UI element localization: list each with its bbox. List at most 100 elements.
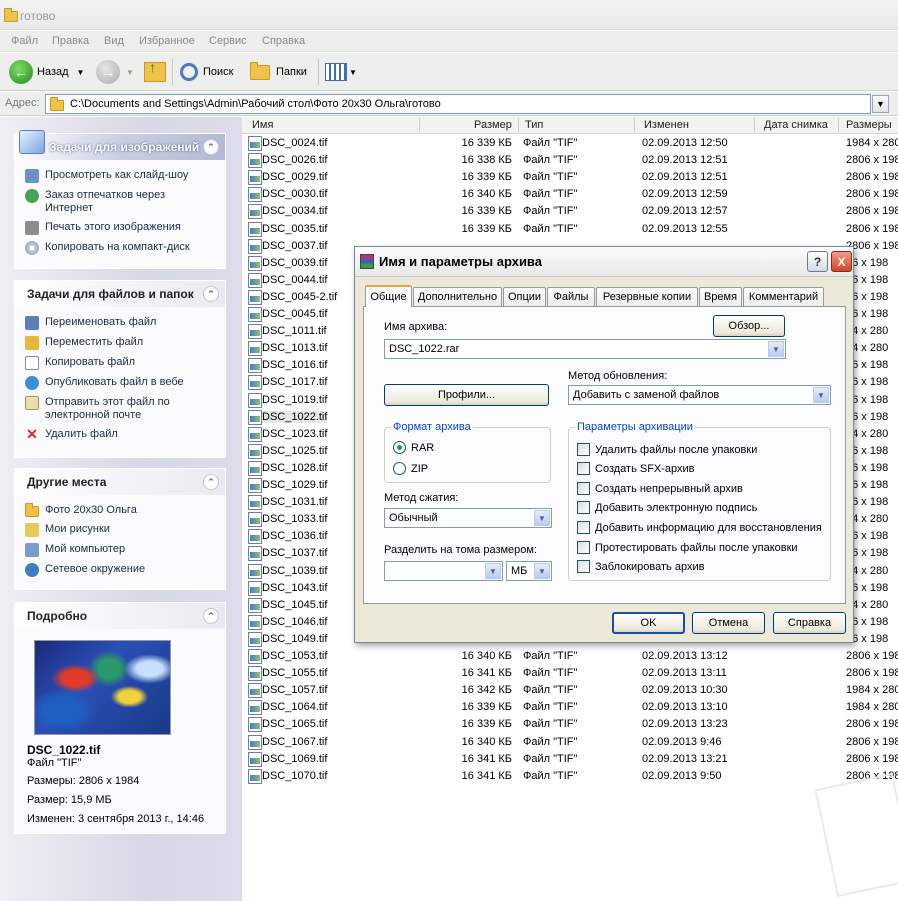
table-row[interactable]: DSC_1067.tif 16 340 КБ Файл "TIF" 02.09.201… — [242, 734, 898, 751]
back-dropdown-icon[interactable]: ▼ — [77, 68, 85, 77]
back-button[interactable]: ← Назад ▼ — [9, 60, 84, 84]
split-unit-select[interactable]: МБ ▼ — [506, 561, 552, 581]
table-row[interactable]: DSC_1057.tif 16 342 КБ Файл "TIF" 02.09.201… — [242, 682, 898, 699]
place-my-pictures[interactable]: Мои рисунки — [15, 520, 225, 540]
table-row[interactable]: DSC_0030.tif 16 340 КБ Файл "TIF" 02.09.201… — [242, 186, 898, 203]
rename-icon — [25, 316, 39, 330]
tab-files[interactable]: Файлы — [547, 287, 595, 306]
collapse-chevron-icon[interactable]: ⌃ — [203, 608, 219, 624]
tab-general[interactable]: Общие — [365, 285, 412, 307]
task-delete[interactable]: ✕ Удалить файл — [15, 425, 225, 445]
archive-name-input[interactable]: DSC_1022.rar ▼ — [384, 339, 786, 359]
table-row[interactable]: DSC_1053.tif 16 340 КБ Файл "TIF" 02.09.201… — [242, 648, 898, 665]
col-name[interactable]: Имя — [252, 119, 273, 131]
profiles-button[interactable]: Профили... — [384, 384, 549, 406]
address-input[interactable]: C:\Documents and Settings\Admin\Рабочий … — [45, 94, 871, 114]
up-folder-button[interactable]: ↑ — [144, 59, 166, 84]
split-size-input[interactable]: ▼ — [384, 561, 503, 581]
task-slideshow[interactable]: Просмотреть как слайд-шоу — [15, 166, 225, 186]
option-lock[interactable]: Заблокировать архив — [577, 560, 704, 573]
details-header[interactable]: Подробно ⌃ — [15, 603, 225, 629]
forward-button[interactable]: → ▼ — [96, 60, 134, 84]
place-my-computer[interactable]: Мой компьютер — [15, 540, 225, 560]
archive-name-dropdown-icon[interactable]: ▼ — [768, 341, 784, 357]
browse-button[interactable]: Обзор... — [713, 315, 785, 337]
table-row[interactable]: DSC_1065.tif 16 339 КБ Файл "TIF" 02.09.201… — [242, 716, 898, 733]
close-icon[interactable]: X — [831, 251, 852, 272]
forward-dropdown-icon[interactable]: ▼ — [126, 68, 134, 77]
task-rename[interactable]: Переименовать файл — [15, 313, 225, 333]
cell-dimensions: 2806 x 198 — [846, 735, 898, 748]
address-dropdown-icon[interactable]: ▼ — [872, 95, 889, 113]
table-row[interactable]: DSC_0026.tif 16 338 КБ Файл "TIF" 02.09.201… — [242, 152, 898, 169]
table-row[interactable]: DSC_0035.tif 16 339 КБ Файл "TIF" 02.09.201… — [242, 221, 898, 238]
split-size-dropdown-icon[interactable]: ▼ — [485, 563, 501, 579]
task-email[interactable]: Отправить этот файл по электронной почте — [15, 393, 225, 425]
option-delete-after[interactable]: Удалить файлы после упаковки — [577, 443, 757, 456]
file-icon — [248, 153, 262, 169]
table-row[interactable]: DSC_0029.tif 16 339 КБ Файл "TIF" 02.09.201… — [242, 169, 898, 186]
compression-select[interactable]: Обычный ▼ — [384, 508, 552, 528]
task-print-image[interactable]: Печать этого изображения — [15, 218, 225, 238]
format-rar-radio[interactable]: RAR — [393, 441, 434, 454]
help-icon[interactable]: ? — [807, 251, 828, 272]
menu-tools[interactable]: Сервис — [209, 35, 247, 47]
other-places-header[interactable]: Другие места ⌃ — [15, 469, 225, 495]
table-row[interactable]: DSC_1070.tif 16 341 КБ Файл "TIF" 02.09.201… — [242, 768, 898, 785]
task-move[interactable]: Переместить файл — [15, 333, 225, 353]
tab-options[interactable]: Опции — [503, 287, 546, 306]
collapse-chevron-icon[interactable]: ⌃ — [203, 474, 219, 490]
option-sfx[interactable]: Создать SFX-архив — [577, 462, 695, 475]
views-button[interactable]: ▼ — [325, 60, 357, 84]
task-copy-to-cd[interactable]: Копировать на компакт-диск — [15, 238, 225, 258]
col-dimensions[interactable]: Размеры — [846, 119, 892, 131]
menu-file[interactable]: Файл — [11, 35, 38, 47]
file-tasks-header[interactable]: Задачи для файлов и папок ⌃ — [15, 281, 225, 307]
format-zip-radio[interactable]: ZIP — [393, 462, 428, 475]
folders-button[interactable]: Папки — [250, 60, 307, 84]
option-solid[interactable]: Создать непрерывный архив — [577, 482, 743, 495]
col-date-taken[interactable]: Дата снимка — [764, 119, 828, 131]
image-tasks-header[interactable]: Задачи для изображений ⌃ — [15, 130, 225, 160]
task-order-prints[interactable]: Заказ отпечатков через Интернет — [15, 186, 225, 218]
place-network[interactable]: Сетевое окружение — [15, 560, 225, 580]
table-row[interactable]: DSC_1055.tif 16 341 КБ Файл "TIF" 02.09.201… — [242, 665, 898, 682]
table-row[interactable]: DSC_0034.tif 16 339 КБ Файл "TIF" 02.09.201… — [242, 203, 898, 220]
tab-time[interactable]: Время — [699, 287, 742, 306]
col-modified[interactable]: Изменен — [644, 119, 689, 131]
update-method-select[interactable]: Добавить с заменой файлов ▼ — [568, 385, 831, 405]
menu-edit[interactable]: Правка — [52, 35, 89, 47]
menu-help[interactable]: Справка — [262, 35, 305, 47]
cell-name: DSC_1023.tif — [262, 427, 328, 440]
tab-comment[interactable]: Комментарий — [743, 287, 824, 306]
col-size[interactable]: Размер — [474, 119, 512, 131]
table-row[interactable]: DSC_1069.tif 16 341 КБ Файл "TIF" 02.09.201… — [242, 751, 898, 768]
option-test[interactable]: Протестировать файлы после упаковки — [577, 541, 798, 554]
place-folder[interactable]: Фото 20x30 Ольга — [15, 501, 225, 520]
compression-dropdown-icon[interactable]: ▼ — [534, 510, 550, 526]
help-button[interactable]: Справка — [773, 612, 846, 634]
collapse-chevron-icon[interactable]: ⌃ — [203, 286, 219, 302]
table-row[interactable]: DSC_1064.tif 16 339 КБ Файл "TIF" 02.09.201… — [242, 699, 898, 716]
cell-size: 16 339 КБ — [461, 137, 512, 149]
folder-icon — [4, 8, 18, 22]
update-method-dropdown-icon[interactable]: ▼ — [813, 387, 829, 403]
split-unit-dropdown-icon[interactable]: ▼ — [534, 563, 550, 579]
ok-button[interactable]: OK — [612, 612, 685, 634]
search-button[interactable]: Поиск — [180, 60, 233, 84]
menu-view[interactable]: Вид — [104, 35, 124, 47]
menu-favorites[interactable]: Избранное — [139, 35, 195, 47]
cell-name: DSC_1065.tif — [262, 718, 328, 731]
task-copy[interactable]: Копировать файл — [15, 353, 225, 373]
col-type[interactable]: Тип — [525, 119, 543, 131]
tab-advanced[interactable]: Дополнительно — [413, 287, 502, 306]
tab-backup[interactable]: Резервные копии — [596, 287, 698, 306]
cancel-button[interactable]: Отмена — [692, 612, 765, 634]
option-recovery[interactable]: Добавить информацию для восстановления — [577, 521, 822, 534]
table-row[interactable]: DSC_0024.tif 16 339 КБ Файл "TIF" 02.09.201… — [242, 135, 898, 152]
option-signature[interactable]: Добавить электронную подпись — [577, 501, 757, 514]
task-publish-web[interactable]: Опубликовать файл в вебе — [15, 373, 225, 393]
collapse-chevron-icon[interactable]: ⌃ — [203, 139, 219, 155]
file-icon — [248, 546, 262, 562]
cell-dimensions: 2806 x 198 — [846, 718, 898, 731]
